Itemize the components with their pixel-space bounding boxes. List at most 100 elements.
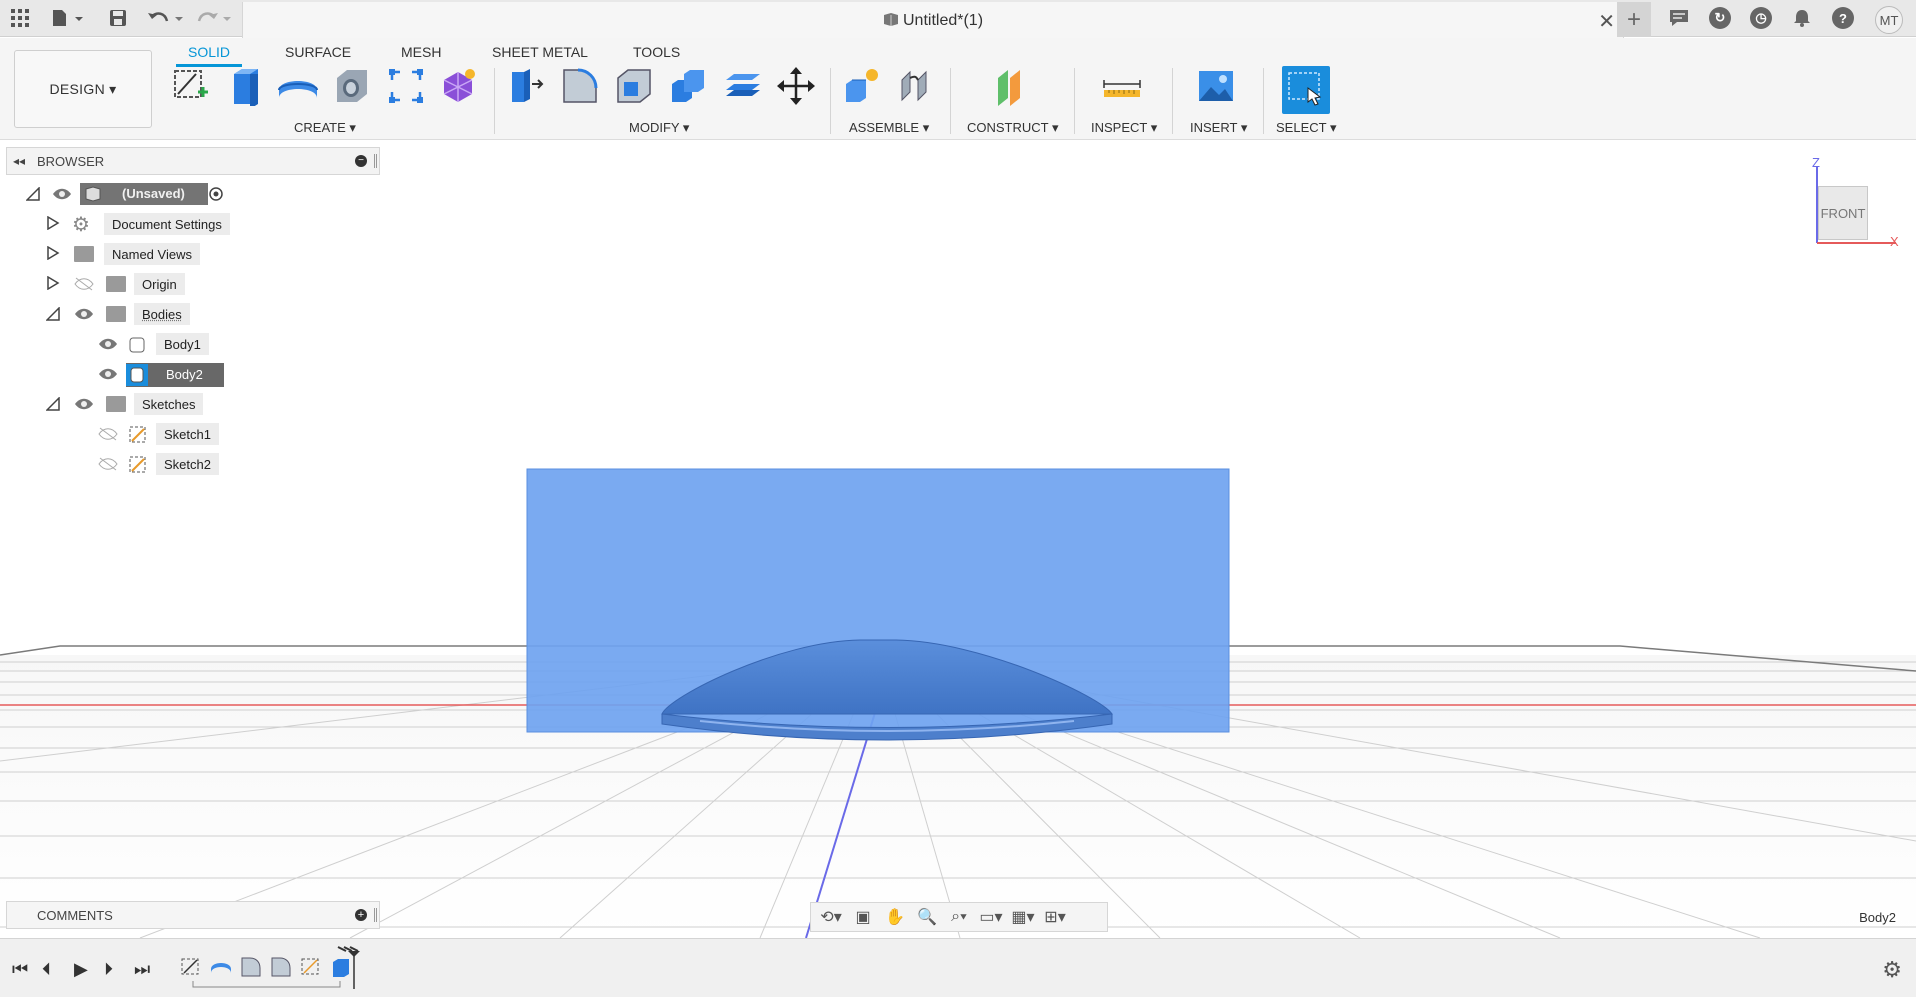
new-tab-button[interactable]: +: [1617, 2, 1651, 37]
create-menu[interactable]: CREATE ▾: [294, 120, 356, 136]
visibility-eye-icon[interactable]: [74, 307, 94, 321]
redo-icon[interactable]: [196, 5, 234, 31]
select-tool-icon[interactable]: [1282, 66, 1330, 114]
activate-radio-icon[interactable]: [208, 186, 224, 202]
fillet-icon[interactable]: [558, 64, 602, 108]
offset-face-icon[interactable]: [720, 64, 764, 108]
chat-icon[interactable]: [1665, 5, 1693, 31]
play-icon[interactable]: ▶: [74, 959, 88, 980]
visibility-eye-icon[interactable]: [98, 367, 118, 381]
tree-item-bodies[interactable]: Bodies: [46, 302, 246, 327]
orbit-icon[interactable]: ⟲▾: [817, 906, 845, 928]
collapsed-triangle-icon[interactable]: [46, 216, 60, 230]
collapsed-triangle-icon[interactable]: [46, 246, 60, 260]
tab-sheet-metal[interactable]: SHEET METAL: [492, 44, 588, 60]
construct-menu[interactable]: CONSTRUCT ▾: [967, 120, 1059, 136]
tree-item-document-settings[interactable]: ⚙ Document Settings: [46, 212, 246, 237]
measure-icon[interactable]: [1100, 64, 1144, 108]
tree-item-sketches[interactable]: Sketches: [46, 392, 246, 417]
expanded-triangle-icon[interactable]: [46, 397, 60, 411]
collapse-browser-icon[interactable]: ◂◂: [13, 154, 25, 168]
timeline-sketch-icon[interactable]: [180, 956, 202, 978]
tree-item-body2[interactable]: Body2: [94, 362, 234, 387]
browser-resize-handle[interactable]: [374, 154, 377, 168]
grid-settings-icon[interactable]: ▦▾: [1009, 906, 1037, 928]
pan-hand-icon[interactable]: ✋: [881, 906, 909, 928]
help-icon[interactable]: ?: [1829, 5, 1857, 31]
tab-mesh[interactable]: MESH: [401, 44, 441, 60]
comments-panel[interactable]: COMMENTS +: [6, 901, 380, 929]
expanded-triangle-icon[interactable]: [26, 187, 40, 201]
timeline-fillet-icon[interactable]: [270, 956, 292, 978]
press-pull-icon[interactable]: [504, 64, 548, 108]
assemble-menu[interactable]: ASSEMBLE ▾: [849, 120, 929, 136]
step-forward-icon[interactable]: ⏵: [104, 959, 113, 980]
extrude-icon[interactable]: [222, 64, 266, 108]
history-clock-icon[interactable]: ◷: [1747, 5, 1775, 31]
new-component-icon[interactable]: [840, 64, 884, 108]
select-menu[interactable]: SELECT ▾: [1276, 120, 1336, 136]
document-tab[interactable]: Untitled*(1) ✕: [242, 2, 1624, 39]
tree-item-origin[interactable]: Origin: [46, 272, 246, 297]
display-settings-icon[interactable]: ▭▾: [977, 906, 1005, 928]
inspect-menu[interactable]: INSPECT ▾: [1091, 120, 1157, 136]
fit-zoom-icon[interactable]: ⌕▾: [945, 906, 973, 928]
revolve-icon[interactable]: [276, 64, 320, 108]
notifications-bell-icon[interactable]: [1788, 5, 1816, 31]
insert-menu[interactable]: INSERT ▾: [1190, 120, 1247, 136]
hidden-eye-icon[interactable]: [98, 427, 118, 441]
timeline-revolve-icon[interactable]: [210, 956, 232, 978]
expanded-triangle-icon[interactable]: [46, 307, 60, 321]
add-comment-icon[interactable]: +: [355, 909, 367, 921]
go-to-end-icon[interactable]: ⏭: [134, 959, 150, 980]
tree-item-sketch2[interactable]: Sketch2: [94, 452, 234, 477]
hidden-eye-icon[interactable]: [74, 277, 94, 291]
browser-minus-icon[interactable]: −: [355, 155, 367, 167]
3d-viewport[interactable]: [0, 141, 1916, 938]
look-at-icon[interactable]: ▣: [849, 906, 877, 928]
comments-resize-handle[interactable]: [374, 908, 377, 922]
tab-surface[interactable]: SURFACE: [285, 44, 351, 60]
viewport-canvas[interactable]: [0, 141, 1916, 938]
job-status-icon[interactable]: ↻: [1706, 5, 1734, 31]
visibility-eye-icon[interactable]: [98, 337, 118, 351]
zoom-icon[interactable]: 🔍: [913, 906, 941, 928]
timeline-marker-icon[interactable]: [334, 945, 362, 991]
tree-root-unsaved[interactable]: (Unsaved): [24, 182, 244, 207]
timeline-fillet-icon[interactable]: [240, 956, 262, 978]
tree-item-sketch1[interactable]: Sketch1: [94, 422, 234, 447]
file-menu-icon[interactable]: [48, 5, 88, 31]
hole-icon[interactable]: [330, 64, 374, 108]
move-copy-icon[interactable]: [774, 64, 818, 108]
tree-label: Sketches: [134, 393, 204, 415]
insert-image-icon[interactable]: [1194, 64, 1238, 108]
visibility-eye-icon[interactable]: [52, 187, 72, 201]
tree-item-body1[interactable]: Body1: [94, 332, 234, 357]
hidden-eye-icon[interactable]: [98, 457, 118, 471]
shell-icon[interactable]: [612, 64, 656, 108]
timeline-sketch-icon[interactable]: [300, 956, 322, 978]
timeline-settings-gear-icon[interactable]: ⚙: [1882, 957, 1902, 983]
create-form-icon[interactable]: [436, 64, 480, 108]
rectangular-pattern-icon[interactable]: [384, 64, 428, 108]
step-back-icon[interactable]: ⏴: [42, 959, 51, 980]
tab-solid[interactable]: SOLID: [188, 44, 230, 60]
visibility-eye-icon[interactable]: [74, 397, 94, 411]
app-grid-icon[interactable]: [8, 5, 32, 31]
collapsed-triangle-icon[interactable]: [46, 276, 60, 290]
go-to-start-icon[interactable]: ⏮: [12, 959, 28, 980]
user-avatar[interactable]: MT: [1875, 6, 1903, 34]
tree-item-named-views[interactable]: Named Views: [46, 242, 246, 267]
joint-icon[interactable]: [894, 64, 938, 108]
create-sketch-icon[interactable]: [168, 64, 212, 108]
undo-icon[interactable]: [145, 5, 187, 31]
save-icon[interactable]: [106, 5, 130, 31]
offset-plane-icon[interactable]: [990, 64, 1034, 108]
browser-panel-header[interactable]: ◂◂ BROWSER −: [6, 147, 380, 175]
close-tab-icon[interactable]: ✕: [1598, 9, 1615, 34]
viewports-icon[interactable]: ⊞▾: [1041, 906, 1069, 928]
modify-menu[interactable]: MODIFY ▾: [629, 120, 689, 136]
tab-tools[interactable]: TOOLS: [633, 44, 680, 60]
combine-icon[interactable]: [666, 64, 710, 108]
workspace-dropdown[interactable]: DESIGN ▾: [14, 50, 152, 128]
